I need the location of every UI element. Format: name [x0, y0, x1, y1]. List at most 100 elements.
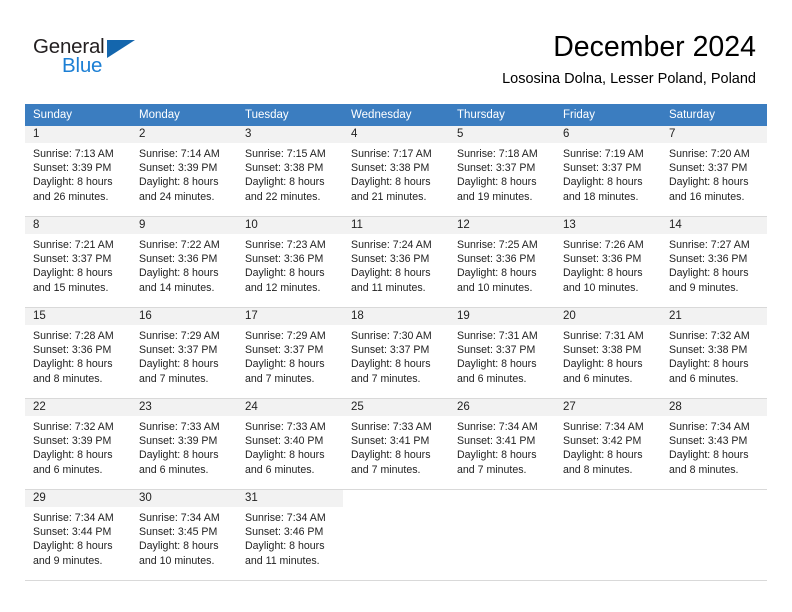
sunrise-text: Sunrise: 7:31 AM — [563, 330, 644, 342]
sunrise-text: Sunrise: 7:34 AM — [563, 421, 644, 433]
sunset-text: Sunset: 3:37 PM — [669, 162, 748, 175]
daylight-text-line1: Daylight: 8 hours — [563, 176, 643, 189]
daylight-text-line2: and 7 minutes. — [351, 372, 421, 385]
day-cell[interactable]: 15 Sunrise: 7:28 AM Sunset: 3:36 PM Dayligh… — [25, 307, 131, 399]
day-cell[interactable]: 25 Sunrise: 7:33 AM Sunset: 3:41 PM Dayligh… — [343, 398, 449, 490]
day-cell[interactable]: 21 Sunrise: 7:32 AM Sunset: 3:38 PM Dayligh… — [661, 307, 767, 399]
day-number: 30 — [131, 490, 237, 507]
day-cell[interactable]: 19 Sunrise: 7:31 AM Sunset: 3:37 PM Dayligh… — [449, 307, 555, 399]
day-cell[interactable]: 2 Sunrise: 7:14 AM Sunset: 3:39 PM Daylight… — [131, 126, 237, 217]
page-title: December 2024 — [553, 31, 756, 63]
daylight-text-line1: Daylight: 8 hours — [563, 267, 643, 280]
daylight-text-line1: Daylight: 8 hours — [139, 176, 219, 189]
sunset-text: Sunset: 3:36 PM — [351, 253, 430, 266]
day-cell[interactable]: 28 Sunrise: 7:34 AM Sunset: 3:43 PM Dayligh… — [661, 398, 767, 490]
daylight-text-line1: Daylight: 8 hours — [669, 176, 749, 189]
brand-logo[interactable]: General Blue — [33, 36, 223, 88]
daylight-text-line2: and 12 minutes. — [245, 281, 321, 294]
sunrise-text: Sunrise: 7:25 AM — [457, 239, 538, 251]
day-cell[interactable]: 30 Sunrise: 7:34 AM Sunset: 3:45 PM Dayligh… — [131, 489, 237, 581]
day-cell[interactable]: 23 Sunrise: 7:33 AM Sunset: 3:39 PM Dayligh… — [131, 398, 237, 490]
sunset-text: Sunset: 3:41 PM — [457, 435, 536, 448]
sunrise-text: Sunrise: 7:18 AM — [457, 148, 538, 160]
sunset-text: Sunset: 3:43 PM — [669, 435, 748, 448]
day-number: 27 — [555, 399, 661, 416]
brand-name-blue: Blue — [62, 54, 103, 77]
daylight-text-line1: Daylight: 8 hours — [351, 449, 431, 462]
day-number: 4 — [343, 126, 449, 143]
daylight-text-line2: and 9 minutes. — [33, 554, 103, 567]
daylight-text-line1: Daylight: 8 hours — [33, 540, 113, 553]
daylight-text-line1: Daylight: 8 hours — [457, 449, 537, 462]
calendar-header-row: Sunday Monday Tuesday Wednesday Thursday… — [25, 104, 767, 126]
sunset-text: Sunset: 3:44 PM — [33, 526, 112, 539]
sunset-text: Sunset: 3:37 PM — [457, 344, 536, 357]
sunset-text: Sunset: 3:41 PM — [351, 435, 430, 448]
day-cell[interactable]: 7 Sunrise: 7:20 AM Sunset: 3:37 PM Daylight… — [661, 126, 767, 217]
day-number: 14 — [661, 217, 767, 234]
daylight-text-line1: Daylight: 8 hours — [139, 540, 219, 553]
sunrise-text: Sunrise: 7:31 AM — [457, 330, 538, 342]
day-cell[interactable]: 31 Sunrise: 7:34 AM Sunset: 3:46 PM Dayligh… — [237, 489, 343, 581]
calendar-body: 1 Sunrise: 7:13 AM Sunset: 3:39 PM Daylight… — [25, 126, 767, 581]
day-cell[interactable]: 16 Sunrise: 7:29 AM Sunset: 3:37 PM Dayligh… — [131, 307, 237, 399]
sunset-text: Sunset: 3:39 PM — [33, 162, 112, 175]
day-cell[interactable]: 1 Sunrise: 7:13 AM Sunset: 3:39 PM Daylight… — [25, 126, 131, 217]
day-cell[interactable]: 27 Sunrise: 7:34 AM Sunset: 3:42 PM Dayligh… — [555, 398, 661, 490]
day-cell[interactable]: 18 Sunrise: 7:30 AM Sunset: 3:37 PM Dayligh… — [343, 307, 449, 399]
day-cell[interactable]: 11 Sunrise: 7:24 AM Sunset: 3:36 PM Dayligh… — [343, 216, 449, 308]
sunset-text: Sunset: 3:38 PM — [563, 344, 642, 357]
title-block: December 2024 Lososina Dolna, Lesser Pol… — [502, 30, 756, 88]
daylight-text-line1: Daylight: 8 hours — [33, 267, 113, 280]
daylight-text-line2: and 24 minutes. — [139, 190, 215, 203]
day-number: 20 — [555, 308, 661, 325]
day-cell[interactable]: 13 Sunrise: 7:26 AM Sunset: 3:36 PM Dayligh… — [555, 216, 661, 308]
day-cell[interactable]: 24 Sunrise: 7:33 AM Sunset: 3:40 PM Dayligh… — [237, 398, 343, 490]
calendar-week-row: 29 Sunrise: 7:34 AM Sunset: 3:44 PM Dayligh… — [25, 489, 767, 581]
day-cell[interactable]: 22 Sunrise: 7:32 AM Sunset: 3:39 PM Dayligh… — [25, 398, 131, 490]
day-number: 7 — [661, 126, 767, 143]
daylight-text-line2: and 9 minutes. — [669, 281, 739, 294]
day-cell-empty — [343, 489, 449, 581]
day-number: 18 — [343, 308, 449, 325]
day-cell[interactable]: 17 Sunrise: 7:29 AM Sunset: 3:37 PM Dayligh… — [237, 307, 343, 399]
day-cell[interactable]: 12 Sunrise: 7:25 AM Sunset: 3:36 PM Dayligh… — [449, 216, 555, 308]
day-cell[interactable]: 26 Sunrise: 7:34 AM Sunset: 3:41 PM Dayligh… — [449, 398, 555, 490]
sunrise-text: Sunrise: 7:34 AM — [669, 421, 750, 433]
daylight-text-line2: and 6 minutes. — [33, 463, 103, 476]
sunrise-text: Sunrise: 7:26 AM — [563, 239, 644, 251]
day-number: 10 — [237, 217, 343, 234]
day-number: 28 — [661, 399, 767, 416]
day-number: 1 — [25, 126, 131, 143]
sunset-text: Sunset: 3:39 PM — [33, 435, 112, 448]
sunset-text: Sunset: 3:37 PM — [351, 344, 430, 357]
weekday-header-wednesday: Wednesday — [343, 104, 449, 126]
sunset-text: Sunset: 3:37 PM — [563, 162, 642, 175]
day-cell[interactable]: 6 Sunrise: 7:19 AM Sunset: 3:37 PM Daylight… — [555, 126, 661, 217]
day-cell[interactable]: 20 Sunrise: 7:31 AM Sunset: 3:38 PM Dayligh… — [555, 307, 661, 399]
day-cell[interactable]: 9 Sunrise: 7:22 AM Sunset: 3:36 PM Daylight… — [131, 216, 237, 308]
calendar-week-row: 15 Sunrise: 7:28 AM Sunset: 3:36 PM Dayligh… — [25, 307, 767, 399]
page-header: General Blue December 2024 Lososina Doln… — [0, 0, 792, 98]
day-number: 31 — [237, 490, 343, 507]
sunset-text: Sunset: 3:42 PM — [563, 435, 642, 448]
sunrise-text: Sunrise: 7:32 AM — [33, 421, 114, 433]
daylight-text-line2: and 7 minutes. — [457, 463, 527, 476]
daylight-text-line2: and 7 minutes. — [351, 463, 421, 476]
day-number: 9 — [131, 217, 237, 234]
day-cell[interactable]: 4 Sunrise: 7:17 AM Sunset: 3:38 PM Daylight… — [343, 126, 449, 217]
day-cell[interactable]: 29 Sunrise: 7:34 AM Sunset: 3:44 PM Dayligh… — [25, 489, 131, 581]
day-number: 3 — [237, 126, 343, 143]
day-number: 16 — [131, 308, 237, 325]
sunrise-text: Sunrise: 7:34 AM — [457, 421, 538, 433]
day-cell[interactable]: 5 Sunrise: 7:18 AM Sunset: 3:37 PM Daylight… — [449, 126, 555, 217]
sunrise-text: Sunrise: 7:29 AM — [139, 330, 220, 342]
sunrise-text: Sunrise: 7:29 AM — [245, 330, 326, 342]
triangle-icon — [107, 40, 135, 58]
daylight-text-line1: Daylight: 8 hours — [245, 267, 325, 280]
day-cell[interactable]: 10 Sunrise: 7:23 AM Sunset: 3:36 PM Dayligh… — [237, 216, 343, 308]
day-cell[interactable]: 14 Sunrise: 7:27 AM Sunset: 3:36 PM Dayligh… — [661, 216, 767, 308]
day-cell[interactable]: 3 Sunrise: 7:15 AM Sunset: 3:38 PM Daylight… — [237, 126, 343, 217]
sunset-text: Sunset: 3:37 PM — [457, 162, 536, 175]
day-cell[interactable]: 8 Sunrise: 7:21 AM Sunset: 3:37 PM Daylight… — [25, 216, 131, 308]
